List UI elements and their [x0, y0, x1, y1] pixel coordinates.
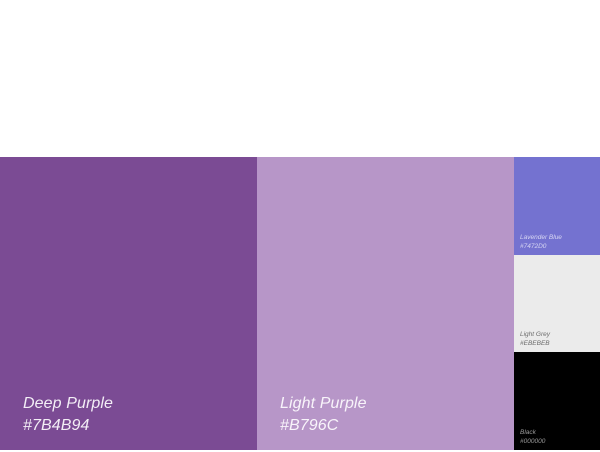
swatch-name: Lavender Blue [520, 233, 562, 241]
color-palette: Deep Purple #7B4B94 Light Purple #B796C … [0, 157, 600, 451]
swatch-name: Light Grey [520, 331, 550, 339]
swatch-name: Light Purple [280, 395, 367, 412]
swatch-black[interactable]: Black #000000 [514, 352, 600, 451]
swatch-name: Deep Purple [23, 395, 114, 412]
swatch-lavender-blue[interactable]: Lavender Blue #7472D0 [514, 157, 600, 255]
small-swatch-column: Lavender Blue #7472D0 Light Grey #EBEBEB… [514, 157, 600, 451]
swatch-hex: #B796C [280, 417, 339, 434]
swatch-name: Black [520, 429, 536, 437]
swatch-light-grey[interactable]: Light Grey #EBEBEB [514, 254, 600, 353]
swatch-hex: #7472D0 [520, 242, 547, 250]
swatch-hex: #000000 [520, 438, 546, 446]
page: Deep Purple #7B4B94 Light Purple #B796C … [0, 0, 600, 452]
swatch-hex: #7B4B94 [23, 417, 90, 434]
swatch-light-purple[interactable]: Light Purple #B796C [257, 157, 514, 450]
swatch-hex: #EBEBEB [520, 340, 550, 348]
swatch-deep-purple[interactable]: Deep Purple #7B4B94 [0, 157, 257, 450]
